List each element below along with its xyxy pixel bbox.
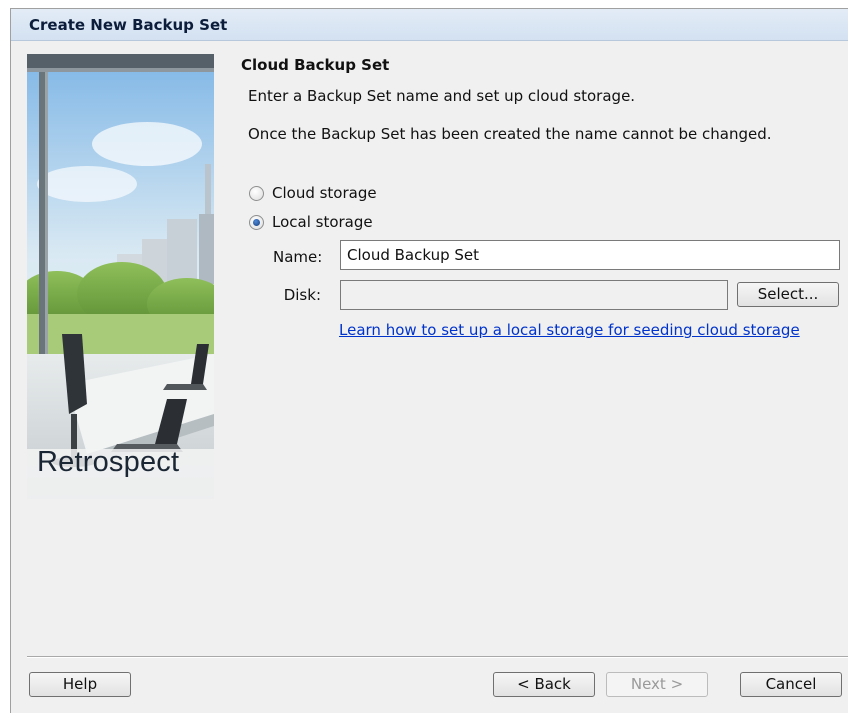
- cancel-button[interactable]: Cancel: [740, 672, 842, 697]
- name-label: Name:: [273, 248, 323, 266]
- back-button[interactable]: < Back: [493, 672, 595, 697]
- name-field-value: Cloud Backup Set: [347, 246, 479, 264]
- disk-label: Disk:: [283, 286, 321, 304]
- retrospect-logo: Retrospect: [37, 446, 180, 478]
- name-field[interactable]: Cloud Backup Set: [340, 240, 840, 270]
- office-illustration: [27, 54, 214, 499]
- local-storage-help-link[interactable]: Learn how to set up a local storage for …: [339, 321, 800, 339]
- local-storage-label: Local storage: [272, 213, 373, 231]
- footer-divider: [27, 656, 848, 658]
- local-storage-radio[interactable]: Local storage: [249, 213, 373, 231]
- disk-field[interactable]: [340, 280, 728, 310]
- cloud-storage-label: Cloud storage: [272, 184, 377, 202]
- radio-checked-icon: [249, 214, 264, 230]
- help-button[interactable]: Help: [29, 672, 131, 697]
- cloud-storage-radio[interactable]: Cloud storage: [249, 184, 377, 202]
- radio-unchecked-icon: [249, 185, 264, 201]
- wizard-window: Create New Backup Set Retrospect Cloud B…: [10, 8, 848, 713]
- description-text: Enter a Backup Set name and set up cloud…: [248, 87, 636, 105]
- select-disk-button[interactable]: Select...: [737, 282, 839, 307]
- page-heading: Cloud Backup Set: [241, 56, 390, 74]
- window-title: Create New Backup Set: [29, 16, 228, 34]
- banner-image: Retrospect: [27, 54, 214, 499]
- name-warning-text: Once the Backup Set has been created the…: [248, 125, 772, 143]
- next-button[interactable]: Next >: [606, 672, 708, 697]
- title-bar: Create New Backup Set: [11, 9, 848, 41]
